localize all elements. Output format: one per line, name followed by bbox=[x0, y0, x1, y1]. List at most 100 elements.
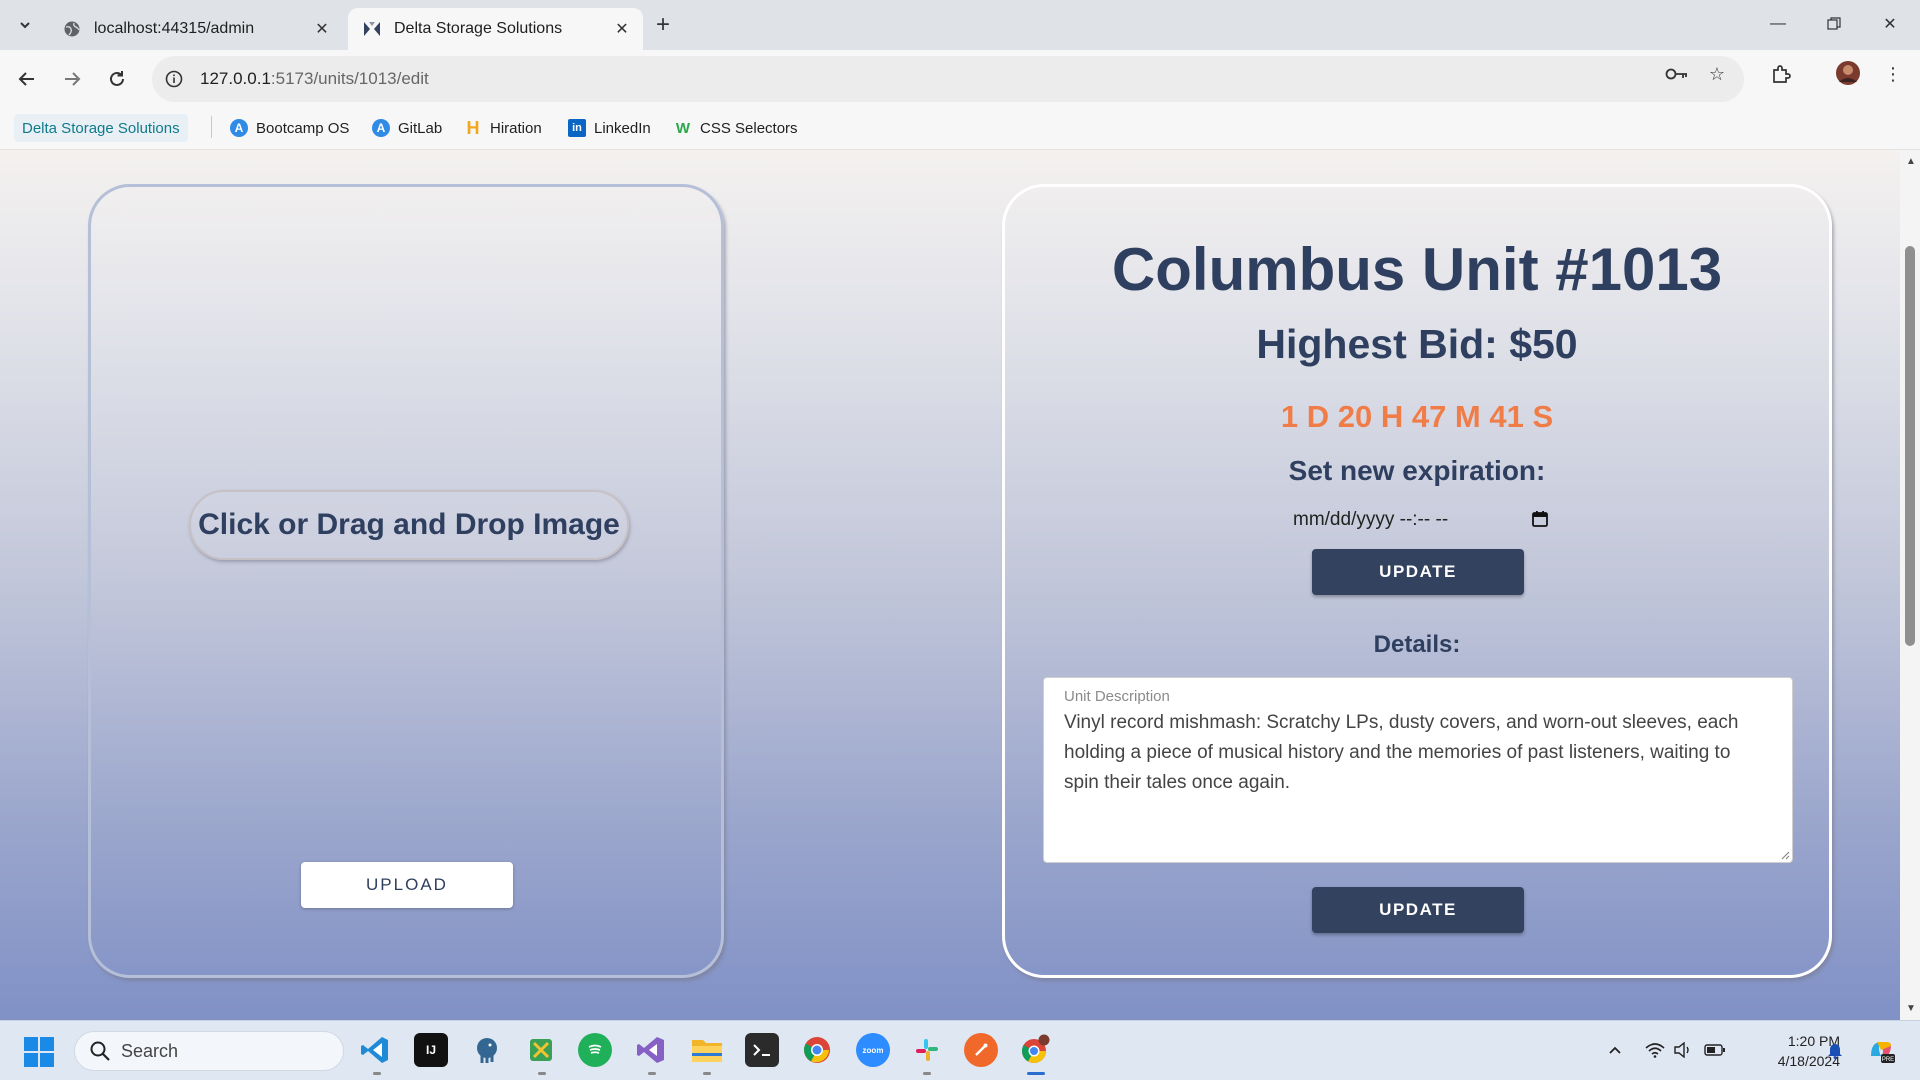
wifi-icon[interactable] bbox=[1644, 1039, 1666, 1061]
bookmark-label: CSS Selectors bbox=[700, 119, 798, 137]
image-drop-zone[interactable]: Click or Drag and Drop Image bbox=[189, 490, 629, 560]
gitlab-icon: A bbox=[372, 119, 390, 137]
running-indicator bbox=[923, 1072, 931, 1075]
minimize-icon[interactable]: — bbox=[1758, 8, 1798, 40]
browser-tabstrip: localhost:44315/admin ✕ Delta Storage So… bbox=[0, 0, 1920, 50]
windows-taskbar: Search IJ zoom 1:20 PM 4/18/2024 PRE bbox=[0, 1020, 1920, 1080]
search-placeholder: Search bbox=[121, 1040, 179, 1061]
slack-icon[interactable] bbox=[910, 1033, 944, 1067]
chevron-down-icon bbox=[20, 22, 30, 29]
browser-toolbar: 127.0.0.1:5173/units/1013/edit ☆ ⋮ bbox=[0, 50, 1920, 108]
copilot-icon[interactable]: PRE bbox=[1866, 1035, 1896, 1065]
menu-kebab-icon[interactable]: ⋮ bbox=[1880, 61, 1906, 87]
postman-icon[interactable] bbox=[964, 1033, 998, 1067]
battery-icon[interactable] bbox=[1704, 1039, 1726, 1061]
update-expiration-button[interactable]: UPDATE bbox=[1312, 549, 1524, 595]
upload-button[interactable]: UPLOAD bbox=[301, 862, 513, 908]
hiration-icon: H bbox=[466, 117, 480, 138]
intellij-icon[interactable]: IJ bbox=[414, 1033, 448, 1067]
bookmark-hiration[interactable]: H Hiration bbox=[464, 114, 542, 142]
running-indicator bbox=[703, 1072, 711, 1075]
file-explorer-icon[interactable] bbox=[690, 1033, 724, 1067]
postgres-elephant-icon[interactable] bbox=[470, 1033, 504, 1067]
globe-icon bbox=[62, 19, 82, 39]
chrome-profile-icon[interactable] bbox=[1018, 1033, 1052, 1067]
set-expiration-label: Set new expiration: bbox=[1288, 455, 1546, 486]
description-label: Unit Description bbox=[1064, 688, 1170, 705]
running-indicator bbox=[648, 1072, 656, 1075]
restore-icon[interactable] bbox=[1814, 8, 1854, 40]
tools-app-icon[interactable] bbox=[524, 1033, 558, 1067]
countdown-timer: 1 D 20 H 47 M 41 S bbox=[1280, 399, 1554, 434]
bookmarks-bar: Delta Storage Solutions A Bootcamp OS A … bbox=[0, 108, 1920, 150]
resize-grip-icon[interactable] bbox=[1780, 850, 1790, 860]
tab-title: Delta Storage Solutions bbox=[394, 20, 563, 37]
datetime-placeholder: mm/dd/yyyy --:-- -- bbox=[1293, 509, 1449, 530]
bookmark-separator bbox=[211, 116, 212, 138]
svg-text:PRE: PRE bbox=[1882, 1057, 1894, 1063]
running-indicator bbox=[373, 1072, 381, 1075]
running-indicator bbox=[538, 1072, 546, 1075]
password-key-icon[interactable] bbox=[1664, 61, 1690, 87]
expiration-datetime-input[interactable]: mm/dd/yyyy --:-- -- bbox=[1293, 505, 1549, 535]
bookmark-label: Hiration bbox=[490, 119, 542, 137]
notification-bell-icon[interactable] bbox=[1824, 1039, 1846, 1061]
search-icon bbox=[90, 1041, 110, 1061]
bookmark-label: LinkedIn bbox=[594, 119, 651, 137]
bookmark-delta-storage[interactable]: Delta Storage Solutions bbox=[14, 114, 188, 142]
delta-logo-icon bbox=[362, 19, 382, 39]
new-tab-button[interactable]: + bbox=[648, 10, 678, 40]
scrollbar-thumb[interactable] bbox=[1905, 246, 1915, 646]
extensions-puzzle-icon[interactable] bbox=[1768, 61, 1794, 87]
url-path: :5173/units/1013/edit bbox=[270, 69, 429, 88]
active-indicator bbox=[1027, 1072, 1045, 1075]
taskbar-search[interactable]: Search bbox=[74, 1031, 344, 1071]
calendar-icon[interactable] bbox=[1531, 510, 1549, 528]
bookmark-css-selectors[interactable]: W CSS Selectors bbox=[674, 114, 798, 142]
close-window-icon[interactable]: ✕ bbox=[1870, 8, 1910, 40]
tab-delta-storage[interactable]: Delta Storage Solutions ✕ bbox=[348, 8, 643, 50]
show-hidden-icons-chevron-icon[interactable] bbox=[1604, 1039, 1626, 1061]
forward-arrow-icon[interactable] bbox=[55, 62, 89, 96]
volume-icon[interactable] bbox=[1672, 1039, 1694, 1061]
bookmark-label: Delta Storage Solutions bbox=[22, 119, 180, 137]
bootcamp-icon: A bbox=[230, 119, 248, 137]
bookmark-gitlab[interactable]: A GitLab bbox=[372, 114, 442, 142]
page-scrollbar[interactable]: ▲ ▼ bbox=[1900, 150, 1920, 1020]
profile-avatar[interactable] bbox=[1834, 59, 1862, 87]
details-heading: Details: bbox=[1373, 631, 1461, 658]
scroll-down-arrow-icon[interactable]: ▼ bbox=[1906, 1003, 1916, 1014]
tab-admin[interactable]: localhost:44315/admin ✕ bbox=[48, 8, 343, 50]
update-details-button[interactable]: UPDATE bbox=[1312, 887, 1524, 933]
tab-title: localhost:44315/admin bbox=[94, 20, 255, 37]
linkedin-icon: in bbox=[568, 119, 586, 137]
bookmark-label: Bootcamp OS bbox=[256, 119, 350, 137]
description-text[interactable]: Vinyl record mishmash: Scratchy LPs, dus… bbox=[1064, 708, 1764, 798]
zoom-icon[interactable]: zoom bbox=[856, 1033, 890, 1067]
image-upload-card: Click or Drag and Drop Image UPLOAD bbox=[88, 184, 724, 978]
back-arrow-icon[interactable] bbox=[10, 62, 44, 96]
visual-studio-icon[interactable] bbox=[634, 1033, 668, 1067]
address-bar[interactable]: 127.0.0.1:5173/units/1013/edit bbox=[152, 56, 1744, 102]
bookmark-linkedin[interactable]: in LinkedIn bbox=[568, 114, 651, 142]
unit-description-field[interactable]: Unit Description Vinyl record mishmash: … bbox=[1043, 677, 1793, 863]
chrome-icon[interactable] bbox=[800, 1033, 834, 1067]
reload-icon[interactable] bbox=[100, 62, 134, 96]
url-host: 127.0.0.1 bbox=[200, 69, 271, 88]
close-tab-icon[interactable]: ✕ bbox=[611, 18, 633, 40]
unit-title: Columbus Unit #1013 bbox=[1111, 236, 1723, 303]
site-info-icon[interactable] bbox=[162, 67, 186, 91]
spotify-search-icon[interactable] bbox=[578, 1033, 612, 1067]
w3schools-icon: W bbox=[675, 119, 691, 137]
close-tab-icon[interactable]: ✕ bbox=[311, 18, 333, 40]
vscode-icon[interactable] bbox=[358, 1033, 392, 1067]
bookmark-star-icon[interactable]: ☆ bbox=[1704, 61, 1730, 87]
terminal-icon[interactable] bbox=[745, 1033, 779, 1067]
bookmark-label: GitLab bbox=[398, 119, 443, 137]
unit-edit-card: Columbus Unit #1013 Highest Bid: $50 1 D… bbox=[1002, 184, 1832, 978]
tab-search-button[interactable] bbox=[9, 9, 41, 41]
scroll-up-arrow-icon[interactable]: ▲ bbox=[1906, 156, 1916, 167]
bookmark-bootcamp-os[interactable]: A Bootcamp OS bbox=[230, 114, 349, 142]
url-text: 127.0.0.1:5173/units/1013/edit bbox=[200, 69, 429, 89]
windows-start-icon[interactable] bbox=[24, 1037, 54, 1067]
